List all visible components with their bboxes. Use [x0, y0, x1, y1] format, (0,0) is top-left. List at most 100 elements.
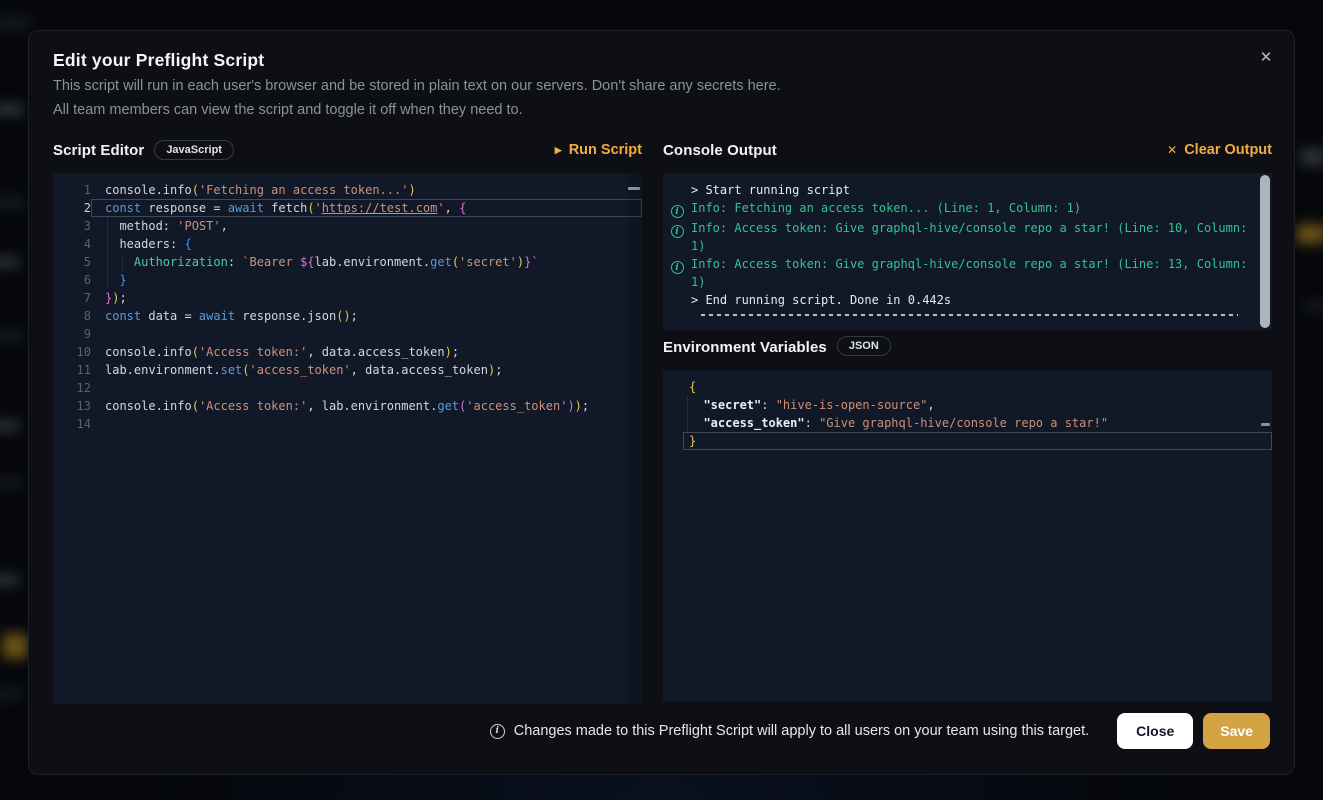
line-number: 11	[53, 361, 91, 379]
info-icon: i	[669, 199, 685, 219]
code-text: headers: {	[91, 235, 642, 253]
backdrop-blob	[1296, 224, 1323, 244]
preflight-script-modal: ✕ Edit your Preflight Script This script…	[28, 30, 1295, 775]
backdrop-blob	[0, 103, 24, 116]
backdrop-blob	[0, 477, 24, 489]
line-number: 14	[53, 415, 91, 433]
line-number: 5	[53, 253, 91, 271]
console-entry: iInfo: Access token: Give graphql-hive/c…	[669, 255, 1256, 291]
modal-description-line2: All team members can view the script and…	[53, 102, 523, 118]
close-button[interactable]: Close	[1117, 713, 1193, 749]
code-line[interactable]: 1console.info('Fetching an access token.…	[53, 181, 642, 199]
console-entry-text: > Start running script	[691, 181, 1256, 199]
indent-guide	[687, 396, 688, 432]
code-line[interactable]: }	[663, 432, 1272, 450]
console-entry-text: Info: Access token: Give graphql-hive/co…	[691, 219, 1256, 255]
environment-variables-heading: Environment Variables	[663, 339, 827, 356]
code-text: method: 'POST',	[91, 217, 642, 235]
modal-title: Edit your Preflight Script	[53, 50, 264, 71]
backdrop-blob	[0, 420, 20, 432]
language-badge-json: JSON	[837, 336, 891, 356]
code-line[interactable]: "access_token": "Give graphql-hive/conso…	[663, 414, 1272, 432]
log-gutter	[669, 181, 685, 199]
code-text: console.info('Access token:', lab.enviro…	[91, 397, 642, 415]
info-icon: i	[669, 219, 685, 255]
backdrop-blob	[2, 633, 28, 659]
page-backdrop: ✕ Edit your Preflight Script This script…	[0, 0, 1323, 800]
console-entry: > Start running script	[669, 181, 1256, 199]
line-number: 13	[53, 397, 91, 415]
run-script-button[interactable]: ▶ Run Script	[555, 142, 642, 158]
code-text: "access_token": "Give graphql-hive/conso…	[683, 414, 1272, 432]
code-text	[91, 325, 642, 343]
modal-description-line1: This script will run in each user's brow…	[53, 78, 781, 94]
code-line[interactable]: 14	[53, 415, 642, 433]
code-text: lab.environment.set('access_token', data…	[91, 361, 642, 379]
console-scrollbar[interactable]	[1260, 175, 1270, 328]
console-entry-text: Info: Fetching an access token... (Line:…	[691, 199, 1256, 219]
code-text: });	[91, 289, 642, 307]
console-entry: i Info: Fetching an access token... (Line…	[669, 199, 1256, 219]
script-editor-heading: Script Editor	[53, 142, 144, 159]
code-line[interactable]: 4 headers: {	[53, 235, 642, 253]
code-line[interactable]: 11lab.environment.set('access_token', da…	[53, 361, 642, 379]
cursor-ruler-mark	[1261, 423, 1270, 426]
console-entry-text: Info: Access token: Give graphql-hive/co…	[691, 255, 1256, 291]
code-line[interactable]: 3 method: 'POST',	[53, 217, 642, 235]
code-text: const response = await fetch('https://te…	[91, 199, 642, 217]
code-line[interactable]: 5 Authorization: `Bearer ${lab.environme…	[53, 253, 642, 271]
backdrop-blob	[0, 688, 22, 700]
environment-variables-editor[interactable]: { "secret": "hive-is-open-source", "acce…	[663, 370, 1272, 702]
code-text: console.info('Fetching an access token..…	[91, 181, 642, 199]
code-text: }	[91, 271, 642, 289]
overview-ruler	[628, 173, 642, 704]
line-number: 1	[53, 181, 91, 199]
code-line[interactable]: 7});	[53, 289, 642, 307]
code-line[interactable]: 13console.info('Access token:', lab.envi…	[53, 397, 642, 415]
console-entry: > End running script. Done in 0.442s	[669, 291, 1256, 309]
line-number: 8	[53, 307, 91, 325]
code-line[interactable]: 12	[53, 379, 642, 397]
code-text: Authorization: `Bearer ${lab.environment…	[91, 253, 642, 271]
backdrop-blob	[0, 196, 26, 209]
line-number: 10	[53, 343, 91, 361]
backdrop-blob	[1304, 300, 1323, 312]
log-gutter	[669, 291, 685, 309]
backdrop-blob	[0, 16, 30, 30]
cursor-ruler-mark	[628, 187, 640, 190]
close-icon[interactable]: ✕	[1252, 43, 1280, 71]
run-script-label: Run Script	[569, 142, 642, 158]
backdrop-blob	[1300, 148, 1323, 166]
clear-output-button[interactable]: ✕ Clear Output	[1167, 142, 1272, 158]
code-text: }	[683, 432, 1272, 450]
console-separator	[701, 314, 1238, 316]
script-editor[interactable]: 1console.info('Fetching an access token.…	[53, 173, 642, 704]
code-line[interactable]: 6 }	[53, 271, 642, 289]
code-text	[91, 415, 642, 433]
backdrop-blob	[0, 330, 26, 342]
console-entry: iInfo: Access token: Give graphql-hive/c…	[669, 219, 1256, 255]
code-line[interactable]: 10console.info('Access token:', data.acc…	[53, 343, 642, 361]
clear-icon: ✕	[1167, 144, 1177, 156]
save-button[interactable]: Save	[1203, 713, 1270, 749]
code-text	[91, 379, 642, 397]
line-number: 2	[53, 199, 91, 217]
line-number: 6	[53, 271, 91, 289]
info-icon: i	[669, 255, 685, 291]
console-output[interactable]: > Start running script i Info: Fetching an…	[663, 173, 1272, 330]
console-entry-text: > End running script. Done in 0.442s	[691, 291, 1256, 309]
console-output-heading: Console Output	[663, 142, 777, 159]
code-text: const data = await response.json();	[91, 307, 642, 325]
backdrop-blob	[0, 574, 20, 586]
code-text: console.info('Access token:', data.acces…	[91, 343, 642, 361]
code-line[interactable]: "secret": "hive-is-open-source",	[663, 396, 1272, 414]
code-line[interactable]: {	[663, 378, 1272, 396]
code-line[interactable]: 8const data = await response.json();	[53, 307, 642, 325]
code-line[interactable]: 2const response = await fetch('https://t…	[53, 199, 642, 217]
code-line[interactable]: 9	[53, 325, 642, 343]
code-text: {	[683, 378, 1272, 396]
line-number: 9	[53, 325, 91, 343]
backdrop-blob	[0, 256, 20, 268]
code-text: "secret": "hive-is-open-source",	[683, 396, 1272, 414]
indent-guide	[122, 253, 123, 271]
